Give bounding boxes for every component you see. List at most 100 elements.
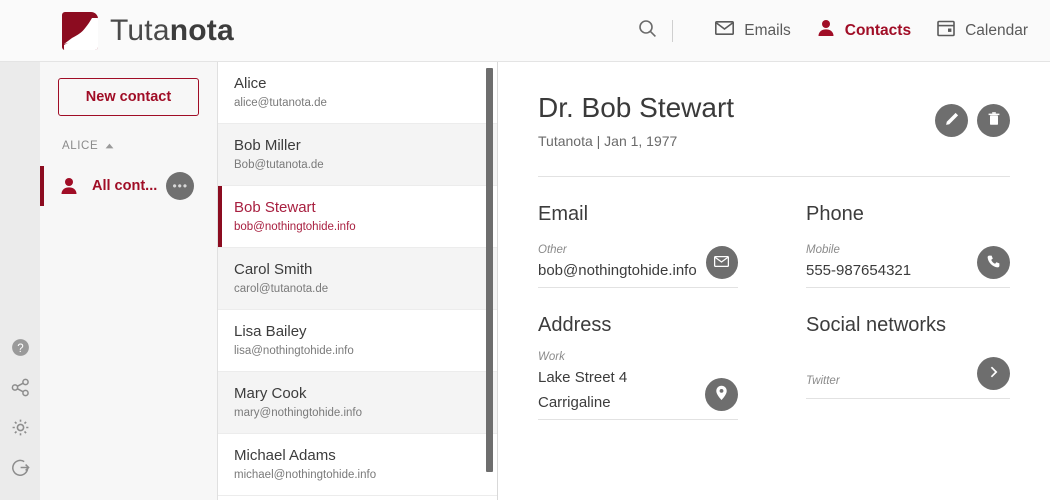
logout-icon bbox=[11, 458, 30, 482]
sidebar-group-label: ALICE bbox=[62, 140, 98, 152]
phone-icon bbox=[986, 254, 1001, 272]
contact-list-panel: Alice alice@tutanota.de Bob Miller Bob@t… bbox=[218, 62, 498, 500]
contact-detail-titles: Dr. Bob Stewart Tutanota | Jan 1, 1977 bbox=[538, 92, 734, 149]
contact-detail-header: Dr. Bob Stewart Tutanota | Jan 1, 1977 bbox=[538, 92, 1010, 149]
contact-detail-actions bbox=[926, 92, 1010, 137]
contact-name: Lisa Bailey bbox=[234, 322, 481, 341]
nav-item-contacts[interactable]: Contacts bbox=[817, 19, 911, 42]
email-field-value[interactable]: bob@nothingtohide.info bbox=[538, 261, 697, 281]
app-header: Tutanota Emails bbox=[0, 0, 1050, 62]
sidebar-item-all-contacts-label: All cont... bbox=[92, 178, 157, 194]
call-phone-button[interactable] bbox=[977, 246, 1010, 279]
address-field-text: Work Lake Street 4 Carrigaline bbox=[538, 351, 696, 413]
nav-item-calendar[interactable]: Calendar bbox=[937, 19, 1028, 42]
address-field-value-line2[interactable]: Carrigaline bbox=[538, 393, 696, 413]
send-email-button[interactable] bbox=[706, 246, 738, 279]
settings-button[interactable] bbox=[0, 410, 40, 450]
address-section-title: Address bbox=[538, 314, 738, 337]
envelope-icon bbox=[715, 21, 734, 40]
email-section-title: Email bbox=[538, 203, 738, 226]
list-item[interactable]: Alice alice@tutanota.de bbox=[218, 62, 497, 124]
phone-section: Phone Mobile 555-987654321 bbox=[774, 203, 1010, 288]
share-button[interactable] bbox=[0, 370, 40, 410]
open-social-link-button[interactable] bbox=[977, 357, 1010, 390]
contact-email: Bob@tutanota.de bbox=[234, 159, 481, 171]
list-item[interactable]: Carol Smith carol@tutanota.de bbox=[218, 248, 497, 310]
phone-field: Mobile 555-987654321 bbox=[806, 240, 1010, 288]
contact-email: mary@nothingtohide.info bbox=[234, 407, 481, 419]
more-options-button[interactable]: ••• bbox=[166, 172, 194, 200]
sidebar-group-alice[interactable]: ALICE bbox=[62, 140, 217, 152]
address-field-label: Work bbox=[538, 351, 696, 363]
contact-fields-row-2: Address Work Lake Street 4 Carrigaline bbox=[538, 314, 1010, 420]
contact-name: Bob Miller bbox=[234, 136, 481, 155]
pencil-icon bbox=[944, 111, 960, 130]
tutanota-logo-icon bbox=[62, 12, 98, 50]
list-item[interactable]: Lisa Bailey lisa@nothingtohide.info bbox=[218, 310, 497, 372]
delete-contact-button[interactable] bbox=[977, 104, 1010, 137]
email-section: Email Other bob@nothingtohide.info bbox=[538, 203, 774, 288]
new-contact-button[interactable]: New contact bbox=[58, 78, 199, 116]
contact-name: Alice bbox=[234, 74, 481, 93]
edit-contact-button[interactable] bbox=[935, 104, 968, 137]
social-networks-section-title: Social networks bbox=[806, 314, 1010, 337]
open-map-button[interactable] bbox=[705, 378, 738, 411]
header-nav: Emails Contacts bbox=[630, 14, 1028, 48]
trash-icon bbox=[986, 111, 1002, 130]
gear-icon bbox=[11, 418, 30, 442]
list-item[interactable]: Mary Cook mary@nothingtohide.info bbox=[218, 372, 497, 434]
contact-email: carol@tutanota.de bbox=[234, 283, 481, 295]
phone-field-value[interactable]: 555-987654321 bbox=[806, 261, 968, 281]
address-section: Address Work Lake Street 4 Carrigaline bbox=[538, 314, 774, 420]
search-button[interactable] bbox=[630, 14, 664, 48]
person-icon bbox=[60, 177, 78, 195]
help-icon: ? bbox=[11, 338, 30, 362]
contact-list-scrollbar[interactable] bbox=[486, 68, 493, 472]
address-field: Work Lake Street 4 Carrigaline bbox=[538, 351, 738, 420]
contact-fields-row-1: Email Other bob@nothingtohide.info bbox=[538, 203, 1010, 288]
page-title: Dr. Bob Stewart bbox=[538, 92, 734, 124]
contact-name: Bob Stewart bbox=[234, 198, 481, 217]
email-field-label: Other bbox=[538, 244, 697, 256]
social-networks-section: Social networks Twitter bbox=[774, 314, 1010, 420]
address-field-value-line1[interactable]: Lake Street 4 bbox=[538, 368, 696, 388]
contact-email: lisa@nothingtohide.info bbox=[234, 345, 481, 357]
contact-list: Alice alice@tutanota.de Bob Miller Bob@t… bbox=[218, 62, 497, 500]
calendar-icon bbox=[937, 19, 955, 42]
social-networks-field-label: Twitter bbox=[806, 375, 968, 387]
brand-name-prefix: Tuta bbox=[110, 14, 170, 47]
contact-name: Mary Cook bbox=[234, 384, 481, 403]
email-field-text: Other bob@nothingtohide.info bbox=[538, 244, 697, 281]
caret-up-icon bbox=[105, 143, 114, 149]
brand-name-suffix: nota bbox=[170, 14, 234, 47]
social-networks-field: Twitter bbox=[806, 351, 1010, 399]
brand-name: Tutanota bbox=[110, 14, 234, 48]
contact-email: bob@nothingtohide.info bbox=[234, 221, 481, 233]
list-item-selected[interactable]: Bob Stewart bob@nothingtohide.info bbox=[218, 186, 497, 248]
social-networks-field-text: Twitter bbox=[806, 375, 968, 392]
contact-name: Michael Adams bbox=[234, 446, 481, 465]
sidebar: New contact ALICE All cont... ••• bbox=[40, 62, 218, 500]
list-item[interactable]: Michael Adams michael@nothingtohide.info bbox=[218, 434, 497, 496]
logout-button[interactable] bbox=[0, 450, 40, 490]
email-field: Other bob@nothingtohide.info bbox=[538, 240, 738, 288]
brand: Tutanota bbox=[62, 12, 234, 50]
nav-item-calendar-label: Calendar bbox=[965, 22, 1028, 40]
search-icon bbox=[638, 19, 657, 43]
tutanota-app: Tutanota Emails bbox=[0, 0, 1050, 500]
nav-item-contacts-label: Contacts bbox=[845, 22, 911, 40]
contact-email: alice@tutanota.de bbox=[234, 97, 481, 109]
nav-item-emails-label: Emails bbox=[744, 22, 791, 40]
more-options-label: ••• bbox=[172, 183, 188, 189]
help-button[interactable]: ? bbox=[0, 330, 40, 370]
svg-text:?: ? bbox=[17, 343, 23, 355]
share-icon bbox=[11, 378, 30, 402]
list-item[interactable]: Bob Miller Bob@tutanota.de bbox=[218, 124, 497, 186]
sidebar-item-all-contacts[interactable]: All cont... ••• bbox=[40, 166, 217, 206]
nav-item-emails[interactable]: Emails bbox=[715, 21, 791, 40]
app-body: ? bbox=[0, 62, 1050, 500]
contact-email: michael@nothingtohide.info bbox=[234, 469, 481, 481]
left-icon-rail: ? bbox=[0, 62, 40, 500]
envelope-icon bbox=[714, 255, 729, 270]
chevron-right-icon bbox=[987, 365, 1000, 382]
